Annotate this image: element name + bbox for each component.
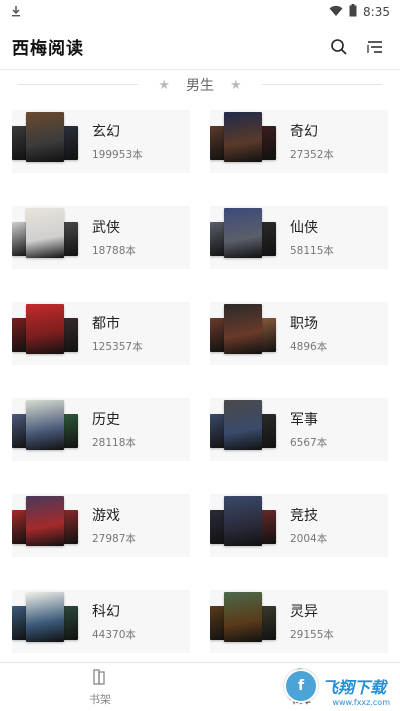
category-grid: 玄幻 199953本 奇幻 27352本武侠 18788本 仙侠 58115本都市 12535… [12, 110, 388, 653]
divider-left [18, 84, 138, 85]
book-cover [224, 112, 262, 162]
category-name: 历史 [92, 412, 120, 428]
download-icon [10, 5, 22, 20]
book-cover [62, 318, 78, 352]
book-cover [26, 496, 64, 546]
book-covers [12, 110, 80, 173]
watermark-logo-icon: f [284, 669, 318, 703]
category-count: 125357本 [92, 341, 143, 353]
book-cover [62, 414, 78, 448]
section-title: 男生 [186, 78, 214, 94]
book-covers [12, 302, 80, 365]
book-cover [224, 304, 262, 354]
category-name: 竞技 [290, 508, 318, 524]
book-cover [260, 414, 276, 448]
book-cover [26, 208, 64, 258]
book-cover [26, 400, 64, 450]
category-card[interactable]: 奇幻 27352本 [210, 110, 388, 173]
category-count: 29155本 [290, 629, 334, 641]
book-cover [62, 222, 78, 256]
category-count: 6567本 [290, 437, 328, 449]
book-cover [62, 126, 78, 160]
category-count: 44370本 [92, 629, 136, 641]
section-header: ★ 男生 ★ [0, 70, 400, 100]
category-card[interactable]: 历史 28118本 [12, 398, 190, 461]
category-name: 游戏 [92, 508, 120, 524]
book-cover [26, 112, 64, 162]
book-covers [12, 398, 80, 461]
book-cover [62, 510, 78, 544]
category-card[interactable]: 竞技 2004本 [210, 494, 388, 557]
category-name: 军事 [290, 412, 318, 428]
book-cover [260, 126, 276, 160]
status-time: 8:35 [363, 5, 390, 19]
star-icon: ★ [230, 77, 242, 93]
tab-bookshelf[interactable]: 书架 [0, 663, 200, 711]
category-name: 玄幻 [92, 124, 120, 140]
tab-label: 书架 [89, 692, 111, 706]
search-icon[interactable] [328, 36, 350, 58]
category-card[interactable]: 科幻 44370本 [12, 590, 190, 653]
category-card[interactable]: 都市 125357本 [12, 302, 190, 365]
wifi-icon [329, 5, 343, 20]
book-cover [260, 318, 276, 352]
watermark: f 飞翔下载 www.fxxz.com [284, 667, 394, 707]
star-icon: ★ [158, 77, 170, 93]
category-card[interactable]: 职场 4896本 [210, 302, 388, 365]
book-covers [12, 590, 80, 653]
category-card[interactable]: 游戏 27987本 [12, 494, 190, 557]
book-cover [260, 510, 276, 544]
app-title: 西梅阅读 [12, 39, 84, 59]
book-cover [26, 304, 64, 354]
bookshelf-icon [91, 668, 109, 689]
watermark-url: www.fxxz.com [332, 698, 390, 707]
book-covers [210, 398, 278, 461]
category-count: 58115本 [290, 245, 334, 257]
book-covers [12, 494, 80, 557]
category-count: 2004本 [290, 533, 328, 545]
category-name: 科幻 [92, 604, 120, 620]
sort-menu-icon[interactable] [364, 36, 386, 58]
category-count: 28118本 [92, 437, 136, 449]
book-cover [260, 222, 276, 256]
category-name: 职场 [290, 316, 318, 332]
category-name: 奇幻 [290, 124, 318, 140]
book-cover [224, 208, 262, 258]
category-count: 4896本 [290, 341, 328, 353]
status-bar: 8:35 [0, 0, 400, 24]
category-count: 18788本 [92, 245, 136, 257]
book-cover [26, 592, 64, 642]
category-card[interactable]: 军事 6567本 [210, 398, 388, 461]
app-bar: 西梅阅读 [0, 24, 400, 70]
book-covers [210, 302, 278, 365]
book-covers [210, 110, 278, 173]
book-cover [224, 496, 262, 546]
book-covers [210, 206, 278, 269]
category-name: 都市 [92, 316, 120, 332]
book-covers [12, 206, 80, 269]
category-card[interactable]: 灵异 29155本 [210, 590, 388, 653]
category-count: 27987本 [92, 533, 136, 545]
book-cover [224, 592, 262, 642]
category-card[interactable]: 玄幻 199953本 [12, 110, 190, 173]
category-name: 武侠 [92, 220, 120, 236]
category-count: 27352本 [290, 149, 334, 161]
book-cover [62, 606, 78, 640]
book-cover [224, 400, 262, 450]
book-cover [260, 606, 276, 640]
category-name: 仙侠 [290, 220, 318, 236]
category-name: 灵异 [290, 604, 318, 620]
category-count: 199953本 [92, 149, 143, 161]
category-card[interactable]: 武侠 18788本 [12, 206, 190, 269]
divider-right [262, 84, 382, 85]
book-covers [210, 590, 278, 653]
watermark-text: 飞翔下载 [322, 678, 387, 697]
book-covers [210, 494, 278, 557]
battery-icon [349, 4, 357, 20]
category-card[interactable]: 仙侠 58115本 [210, 206, 388, 269]
